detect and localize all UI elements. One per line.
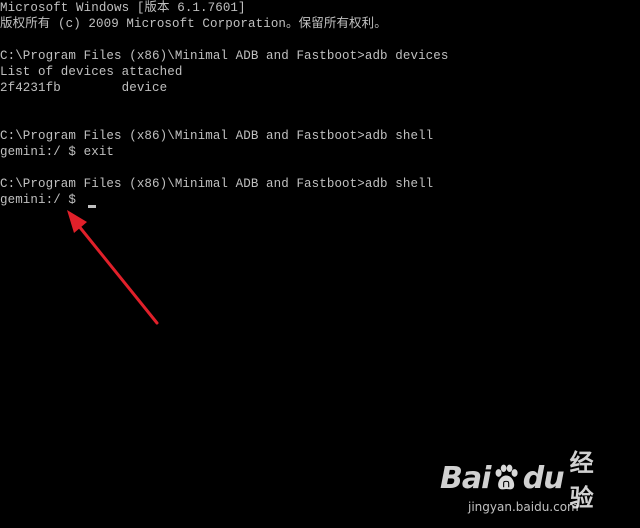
watermark-logo: Bai du 经验 bbox=[440, 449, 610, 512]
terminal-line-12: C:\Program Files (x86)\Minimal ADB and F… bbox=[0, 177, 434, 191]
terminal-prompt-line[interactable]: gemini:/ $ bbox=[0, 192, 84, 208]
terminal-line-1: Microsoft Windows [版本 6.1.7601] bbox=[0, 1, 246, 15]
watermark-brand-left: Bai bbox=[440, 460, 491, 496]
terminal-line-10: gemini:/ $ exit bbox=[0, 145, 115, 159]
terminal-line-6: 2f4231fb device bbox=[0, 81, 168, 95]
terminal-line-2: 版权所有 (c) 2009 Microsoft Corporation。保留所有… bbox=[0, 17, 387, 31]
terminal-line-9: C:\Program Files (x86)\Minimal ADB and F… bbox=[0, 129, 434, 143]
text-cursor bbox=[88, 205, 96, 208]
console-window[interactable]: Microsoft Windows [版本 6.1.7601] 版权所有 (c)… bbox=[0, 0, 640, 528]
watermark-brand-right: du bbox=[522, 460, 565, 496]
watermark-url: jingyan.baidu.com bbox=[468, 500, 579, 514]
terminal-line-5: List of devices attached bbox=[0, 65, 183, 79]
baidu-jingyan-watermark: Bai du 经验 jingyan.baidu.com bbox=[440, 449, 610, 520]
terminal-line-4: C:\Program Files (x86)\Minimal ADB and F… bbox=[0, 49, 449, 63]
baidu-paw-icon bbox=[495, 464, 519, 490]
